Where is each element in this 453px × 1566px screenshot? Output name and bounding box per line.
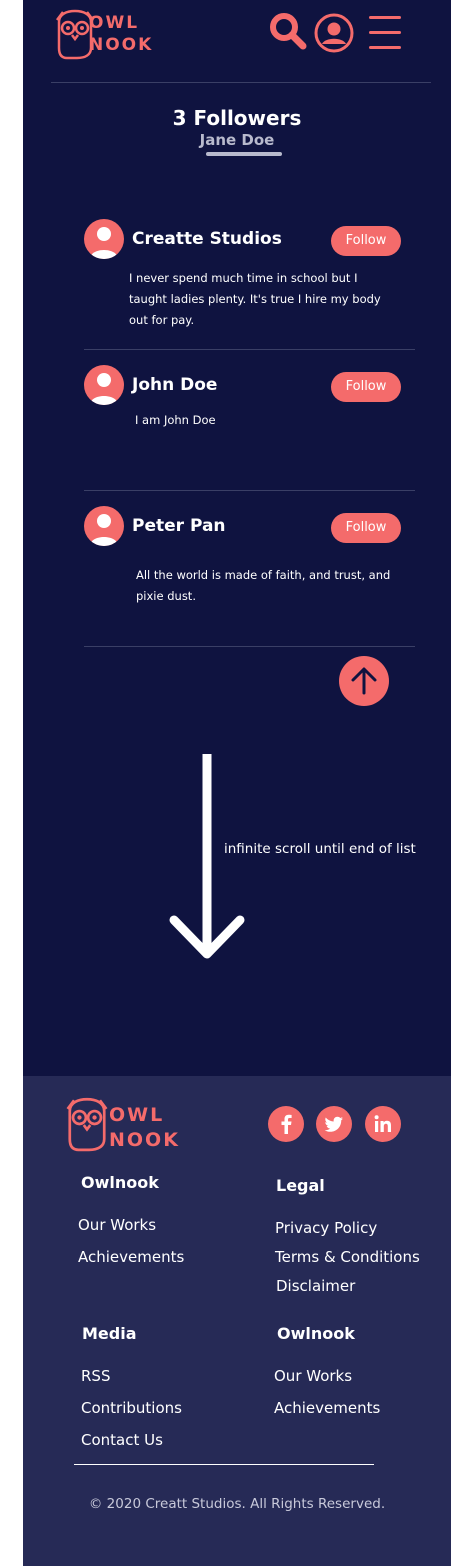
user-silhouette-icon — [90, 514, 118, 546]
header-divider — [51, 82, 431, 83]
follower-name[interactable]: Creatte Studios — [132, 229, 282, 249]
avatar[interactable] — [84, 365, 124, 405]
linkedin-button[interactable] — [365, 1106, 401, 1142]
footer-link-our-works[interactable]: Our Works — [78, 1216, 156, 1234]
user-silhouette-icon — [90, 373, 118, 405]
profile-name[interactable]: Jane Doe — [23, 131, 451, 149]
follow-button[interactable]: Follow — [331, 226, 401, 256]
scroll-note: infinite scroll until end of list — [224, 841, 416, 857]
arrow-down-icon — [169, 754, 245, 959]
follower-bio: I never spend much time in school but I … — [129, 271, 381, 327]
avatar[interactable] — [84, 506, 124, 546]
title-underline — [206, 152, 282, 156]
twitter-icon — [324, 1116, 343, 1132]
follower-name[interactable]: John Doe — [132, 375, 217, 395]
footer-link-achievements-2[interactable]: Achievements — [274, 1399, 380, 1417]
follower-bio: All the world is made of faith, and trus… — [136, 568, 391, 603]
logo-text-nook: NOOK — [89, 35, 154, 55]
user-account-icon[interactable] — [313, 12, 355, 54]
facebook-icon — [281, 1114, 292, 1134]
logo-text-owl: OWL — [89, 13, 140, 33]
footer-link-disclaimer[interactable]: Disclaimer — [276, 1277, 355, 1295]
footer-link-contact-us[interactable]: Contact Us — [81, 1431, 163, 1449]
user-silhouette-icon — [90, 227, 118, 259]
copyright: © 2020 Creatt Studios. All Rights Reserv… — [88, 1496, 386, 1512]
follow-button[interactable]: Follow — [331, 372, 401, 402]
follow-button[interactable]: Follow — [331, 513, 401, 543]
owl-logo-icon[interactable] — [63, 1096, 111, 1152]
footer-link-our-works-2[interactable]: Our Works — [274, 1367, 352, 1385]
follower-bio: I am John Doe — [135, 413, 216, 427]
card-divider — [84, 349, 415, 350]
footer-divider — [74, 1464, 374, 1465]
footer-heading-media: Media — [82, 1324, 137, 1343]
footer-link-terms-conditions[interactable]: Terms & Conditions — [275, 1248, 420, 1266]
footer-link-rss[interactable]: RSS — [81, 1367, 110, 1385]
menu-icon[interactable] — [368, 14, 402, 50]
app-frame: OWL NOOK 3 Followers Jane Doe Creatte St… — [23, 0, 451, 1566]
twitter-button[interactable] — [316, 1106, 352, 1142]
footer-link-privacy-policy[interactable]: Privacy Policy — [275, 1219, 377, 1237]
footer-heading-owlnook: Owlnook — [81, 1173, 159, 1192]
footer-logo-text-nook: NOOK — [109, 1129, 180, 1151]
card-divider — [84, 490, 415, 491]
footer: OWL NOOK Owlnook Our Works Achievements … — [23, 1076, 451, 1566]
scroll-to-top-button[interactable] — [339, 656, 389, 706]
footer-logo-text-owl: OWL — [109, 1104, 165, 1126]
avatar[interactable] — [84, 219, 124, 259]
facebook-button[interactable] — [268, 1106, 304, 1142]
footer-link-contributions[interactable]: Contributions — [81, 1399, 182, 1417]
follower-name[interactable]: Peter Pan — [132, 516, 226, 536]
page-title: 3 Followers — [172, 106, 302, 130]
linkedin-icon — [374, 1115, 391, 1132]
footer-heading-owlnook-2: Owlnook — [277, 1324, 355, 1343]
footer-link-achievements[interactable]: Achievements — [78, 1248, 184, 1266]
card-divider — [84, 646, 415, 647]
search-icon[interactable] — [269, 12, 307, 50]
arrow-up-icon — [351, 667, 377, 695]
footer-heading-legal: Legal — [276, 1176, 325, 1195]
